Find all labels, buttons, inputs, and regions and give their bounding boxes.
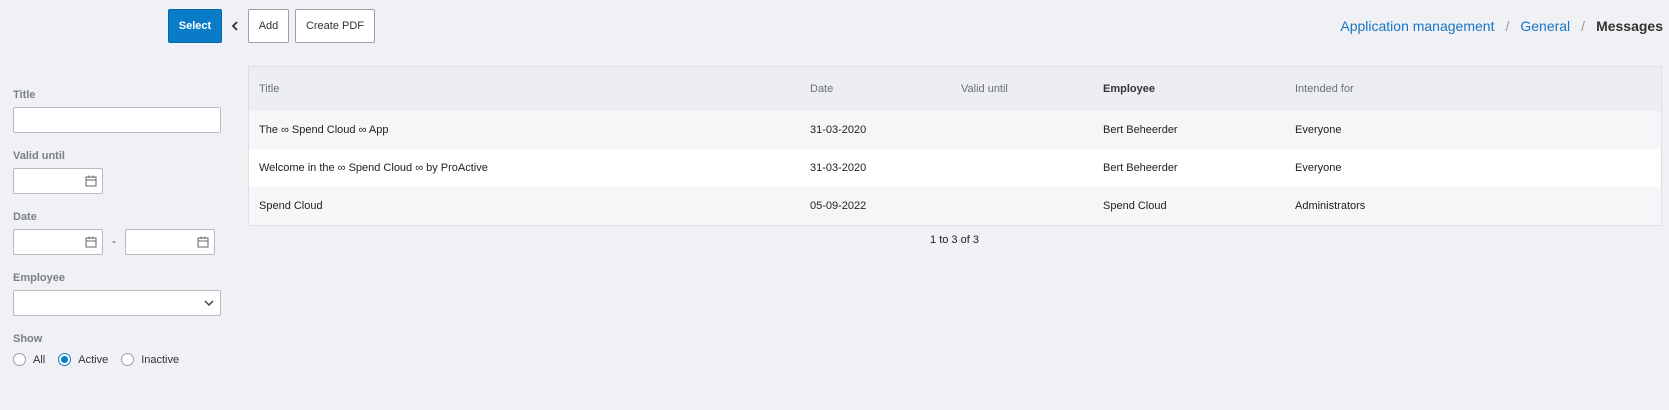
- cell-employee: Bert Beheerder: [1103, 162, 1178, 174]
- column-header-intended-for[interactable]: Intended for: [1285, 83, 1661, 95]
- breadcrumb-separator: /: [1581, 18, 1586, 34]
- cell-title: Welcome in the ∞ Spend Cloud ∞ by ProAct…: [259, 162, 488, 174]
- breadcrumb: Application management / General / Messa…: [1340, 18, 1663, 34]
- cell-intended-for: Everyone: [1295, 162, 1342, 174]
- cell-employee: Spend Cloud: [1103, 200, 1167, 212]
- chevron-down-icon: [204, 300, 214, 307]
- add-button[interactable]: Add: [248, 9, 289, 43]
- cell-intended-for: Everyone: [1295, 124, 1342, 136]
- cell-title: Spend Cloud: [259, 200, 323, 212]
- title-filter-input[interactable]: [13, 107, 221, 133]
- show-active-radio[interactable]: [58, 353, 72, 366]
- table-header: Title Date Valid until Employee Intended…: [249, 67, 1661, 111]
- show-inactive-label[interactable]: Inactive: [141, 354, 179, 366]
- breadcrumb-separator: /: [1505, 18, 1510, 34]
- date-filter-label: Date: [13, 211, 37, 223]
- toolbar: Select Add Create PDF: [168, 9, 381, 43]
- employee-filter-label: Employee: [13, 272, 65, 284]
- column-header-title[interactable]: Title: [249, 83, 800, 95]
- back-button[interactable]: [222, 21, 248, 31]
- breadcrumb-current: Messages: [1596, 18, 1663, 34]
- pagination-summary: 1 to 3 of 3: [930, 234, 979, 246]
- show-active-label[interactable]: Active: [78, 354, 108, 366]
- breadcrumb-application-management[interactable]: Application management: [1340, 18, 1494, 34]
- calendar-icon[interactable]: [85, 175, 97, 187]
- cell-date: 31-03-2020: [810, 162, 867, 174]
- valid-until-filter-label: Valid until: [13, 150, 65, 162]
- show-all-radio[interactable]: [13, 353, 26, 366]
- messages-table: Title Date Valid until Employee Intended…: [248, 66, 1662, 226]
- table-row[interactable]: The ∞ Spend Cloud ∞ App 31-03-2020 Bert …: [249, 111, 1661, 149]
- table-row[interactable]: Spend Cloud 05-09-2022 Spend Cloud Admin…: [249, 187, 1661, 225]
- show-all-label[interactable]: All: [33, 354, 45, 366]
- create-pdf-button[interactable]: Create PDF: [295, 9, 375, 43]
- chevron-left-icon: [231, 21, 238, 31]
- employee-select[interactable]: [13, 290, 221, 316]
- filter-panel: Title Valid until Date - Employee Show A…: [13, 89, 223, 366]
- valid-until-date-input[interactable]: [13, 168, 103, 194]
- show-inactive-radio[interactable]: [121, 353, 135, 366]
- title-filter-label: Title: [13, 89, 36, 101]
- column-header-valid-until[interactable]: Valid until: [951, 83, 1093, 95]
- column-header-employee[interactable]: Employee: [1093, 83, 1285, 95]
- cell-employee: Bert Beheerder: [1103, 124, 1178, 136]
- show-radio-group: All Active Inactive: [13, 353, 223, 366]
- cell-title: The ∞ Spend Cloud ∞ App: [259, 124, 389, 136]
- column-header-date[interactable]: Date: [800, 83, 951, 95]
- cell-date: 31-03-2020: [810, 124, 867, 136]
- breadcrumb-general[interactable]: General: [1520, 18, 1570, 34]
- select-button[interactable]: Select: [168, 9, 222, 43]
- cell-intended-for: Administrators: [1295, 200, 1366, 212]
- table-row[interactable]: Welcome in the ∞ Spend Cloud ∞ by ProAct…: [249, 149, 1661, 187]
- cell-date: 05-09-2022: [810, 200, 867, 212]
- show-filter-label: Show: [13, 333, 43, 345]
